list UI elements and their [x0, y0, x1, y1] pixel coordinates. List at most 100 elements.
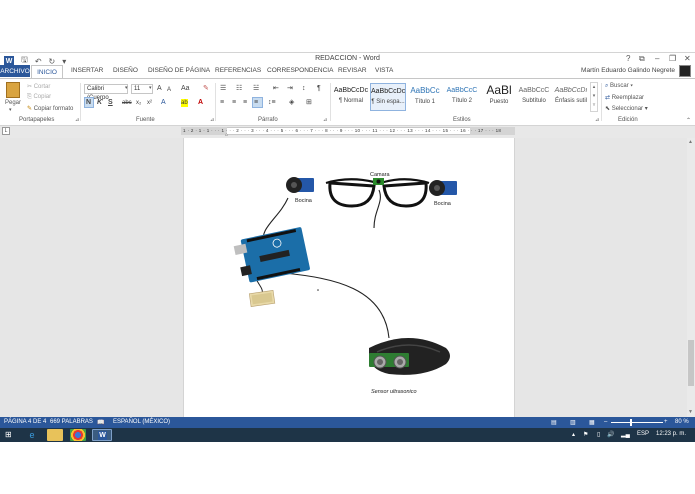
collapse-ribbon-icon[interactable]: ⌃ [686, 117, 691, 124]
show-marks-button[interactable]: ¶ [317, 85, 321, 93]
italic-button[interactable]: K [97, 99, 102, 107]
close-button[interactable]: ✕ [684, 54, 691, 63]
restore-button[interactable]: ❐ [669, 54, 676, 63]
shading-icon[interactable]: ◈ [289, 99, 294, 107]
change-case-button[interactable]: Aa [181, 85, 190, 93]
increase-indent-icon[interactable]: ⇥ [287, 85, 293, 93]
grow-font-icon[interactable]: A [157, 85, 162, 93]
paragraph-launcher-icon[interactable]: ⊿ [323, 117, 327, 123]
web-layout-icon[interactable]: ▦ [589, 419, 595, 426]
word-count[interactable]: 669 PALABRAS [50, 419, 93, 425]
paste-button[interactable]: Pegar [5, 100, 21, 106]
tab-archivo[interactable]: ARCHIVO [0, 65, 30, 77]
tab-selector-icon[interactable]: L [2, 127, 10, 135]
style-normal[interactable]: AaBbCcDc ¶ Normal [333, 83, 369, 111]
tray-battery-icon[interactable]: ▯ [597, 431, 600, 438]
select-button[interactable]: ⬉ Seleccionar ▾ [605, 105, 648, 112]
help-button[interactable]: ? [626, 54, 630, 63]
avatar[interactable] [679, 65, 691, 77]
tray-network-icon[interactable]: ▂▄ [621, 431, 630, 438]
print-layout-icon[interactable]: ▥ [570, 419, 576, 426]
start-button-icon[interactable]: ⊞ [5, 430, 12, 439]
tab-revisar[interactable]: REVISAR [338, 67, 367, 74]
tab-insertar[interactable]: INSERTAR [71, 67, 103, 74]
clear-formatting-icon[interactable]: ✎ [203, 85, 209, 93]
find-button[interactable]: ⌕ Buscar ▾ [605, 83, 633, 90]
font-name-dropdown-icon[interactable]: ▾ [125, 85, 128, 91]
zoom-level[interactable]: 80 % [675, 419, 689, 425]
tray-flag-icon[interactable]: ⚑ [583, 431, 588, 438]
internet-explorer-icon[interactable]: e [24, 429, 40, 441]
styles-launcher-icon[interactable]: ⊿ [595, 117, 599, 123]
style-subtitle[interactable]: AaBbCcC Subtítulo [516, 83, 552, 111]
ribbon-display-options-button[interactable]: ⧉ [639, 54, 645, 64]
justify-icon[interactable]: ≡ [254, 99, 258, 107]
tab-inicio[interactable]: INICIO [31, 65, 63, 78]
paste-dropdown-icon[interactable]: ▾ [9, 107, 12, 113]
user-name[interactable]: Martín Eduardo Galindo Negrete [581, 67, 675, 74]
proofing-icon[interactable]: 📖 [97, 419, 104, 426]
battery-icon [248, 290, 276, 307]
tab-correspondencia[interactable]: CORRESPONDENCIA [267, 67, 333, 74]
style-no-spacing[interactable]: AaBbCcDc ¶ Sin espa... [370, 83, 406, 111]
tray-language[interactable]: ESP [637, 431, 649, 437]
align-right-icon[interactable]: ≡ [243, 99, 247, 107]
tray-clock[interactable]: 12:23 p. m. [656, 431, 686, 437]
cut-button[interactable]: ✂ Cortar [27, 83, 50, 90]
word-taskbar-icon[interactable]: W [92, 429, 112, 441]
group-divider [601, 83, 602, 121]
borders-icon[interactable]: ⊞ [306, 99, 312, 107]
minimize-button[interactable]: – [655, 54, 659, 63]
vertical-scrollbar-thumb[interactable] [688, 340, 694, 386]
align-left-icon[interactable]: ≡ [220, 99, 224, 107]
subscript-button[interactable]: x₂ [136, 99, 141, 107]
sort-icon[interactable]: ↕ [302, 85, 306, 93]
text-effects-icon[interactable]: A [161, 99, 166, 107]
format-painter-button[interactable]: ✎ Copiar formato [27, 105, 73, 112]
chrome-icon[interactable] [70, 429, 86, 441]
read-mode-icon[interactable]: ▤ [551, 419, 557, 426]
underline-button[interactable]: S [108, 99, 113, 107]
language-status[interactable]: ESPAÑOL (MÉXICO) [113, 419, 170, 425]
font-name-input[interactable]: Calibri (Cuerpo [84, 84, 128, 101]
copy-button[interactable]: ⎘ Copiar [27, 94, 51, 101]
tab-diseno-de-pagina[interactable]: DISEÑO DE PÁGINA [148, 67, 210, 74]
zoom-in-icon[interactable]: + [664, 419, 668, 425]
tab-referencias[interactable]: REFERENCIAS [215, 67, 261, 74]
tray-expand-icon[interactable]: ▴ [572, 431, 575, 438]
page-count[interactable]: PÁGINA 4 DE 4 [4, 419, 46, 425]
highlight-color-icon[interactable]: ab [181, 99, 188, 107]
font-color-icon[interactable]: A [198, 99, 203, 107]
scroll-up-icon[interactable]: ▲ [688, 139, 693, 145]
zoom-out-icon[interactable]: – [604, 419, 607, 425]
styles-scroll[interactable]: ▴ ▾ ▿ [590, 82, 598, 112]
multilevel-list-icon[interactable]: ☱ [253, 85, 259, 93]
tab-vista[interactable]: VISTA [375, 67, 393, 74]
tab-diseno[interactable]: DISEÑO [113, 67, 138, 74]
style-subtle-emphasis[interactable]: AaBbCcDı Énfasis sutil [553, 83, 589, 111]
shrink-font-icon[interactable]: A [167, 86, 171, 94]
document-page[interactable]: Bocina Camara Bocina Sensor ultrasonico [183, 138, 515, 417]
paste-icon[interactable] [6, 82, 20, 98]
tray-volume-icon[interactable]: 🔊 [607, 431, 614, 438]
file-explorer-icon[interactable] [47, 429, 63, 441]
superscript-button[interactable]: x² [147, 99, 152, 107]
strikethrough-button[interactable]: abc [122, 99, 132, 107]
decrease-indent-icon[interactable]: ⇤ [273, 85, 279, 93]
style-sample: AaBbCcC [446, 87, 478, 94]
scroll-down-icon[interactable]: ▼ [688, 409, 693, 415]
clipboard-launcher-icon[interactable]: ⊿ [75, 117, 79, 123]
style-title[interactable]: AaBl Puesto [481, 83, 517, 111]
zoom-slider-thumb[interactable] [630, 419, 633, 426]
bullets-icon[interactable]: ☰ [220, 85, 226, 93]
style-heading-2[interactable]: AaBbCcC Título 2 [444, 83, 480, 111]
align-center-icon[interactable]: ≡ [232, 99, 236, 107]
style-heading-1[interactable]: AaBbCc Título 1 [407, 83, 443, 111]
font-launcher-icon[interactable]: ⊿ [210, 117, 214, 123]
numbering-icon[interactable]: ☷ [236, 85, 242, 93]
line-spacing-icon[interactable]: ↕≡ [268, 99, 276, 107]
zoom-slider[interactable] [611, 422, 663, 423]
bold-button[interactable]: N [86, 99, 91, 107]
font-size-dropdown-icon[interactable]: ▾ [149, 85, 152, 91]
replace-button[interactable]: ⇄ Reemplazar [605, 94, 644, 101]
